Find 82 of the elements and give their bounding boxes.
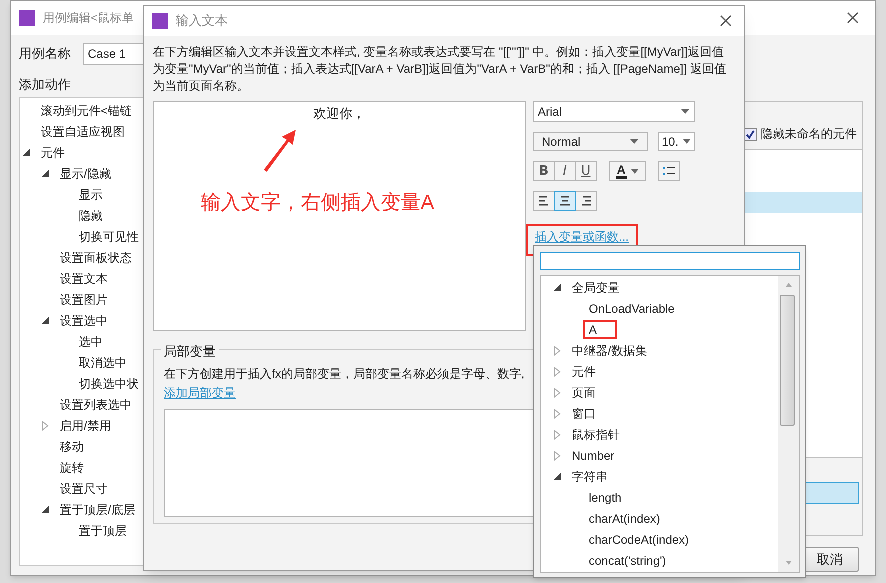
text-color-button[interactable]: A [609,161,646,181]
scroll-up-icon [786,283,792,287]
tree-item[interactable]: 启用/禁用 [56,416,116,435]
window-title: 用例编辑<鼠标单 [43,10,134,27]
tree-item[interactable]: 中继器/数据集 [568,341,652,360]
dropdown-value: Arial [538,104,562,120]
tree-item[interactable]: 鼠标指针 [568,425,624,444]
tree-item[interactable]: 设置列表选中 [56,395,136,414]
tree-item[interactable]: 元件 [568,362,600,381]
caret-icon [630,139,639,144]
tree-item[interactable]: 窗口 [568,404,600,423]
tree-item[interactable]: A [583,320,618,339]
tree-item[interactable]: Number [568,446,619,465]
local-variables-description: 在下方创建用于插入fx的局部变量，局部变量名称必须是字母、数字, [164,366,525,383]
add-action-label: 添加动作 [18,76,72,94]
tree-item[interactable]: charCodeAt(index) [583,530,696,549]
tree-item[interactable]: 字符串 [568,467,612,486]
font-family-dropdown[interactable]: Arial [533,101,695,122]
tree-item[interactable]: 取消选中 [75,353,131,372]
checkbox-label: 隐藏未命名的元件 [761,126,857,143]
tree-item[interactable]: 页面 [568,383,600,402]
tree-item[interactable]: 切换可见性 [75,227,143,246]
align-center-button[interactable] [554,191,576,211]
caret-icon [681,109,690,114]
tree-item[interactable]: 元件 [37,143,69,162]
tree-item[interactable]: charAt(index) [583,509,666,528]
expanded-triangle-icon[interactable] [22,148,31,158]
font-size-dropdown[interactable]: 10. [658,132,695,151]
expanded-triangle-icon[interactable] [41,504,50,514]
tree-item[interactable]: 切换选中状 [75,374,143,393]
annotation-text: 输入文字，右侧插入变量A [201,191,434,216]
align-right-icon [580,196,592,206]
tree-item[interactable]: 置于顶层 [75,521,131,540]
align-center-icon [559,196,571,206]
tree-item[interactable]: 设置尺寸 [56,479,112,498]
tree-item[interactable]: 设置文本 [56,269,112,288]
font-style-dropdown[interactable]: Normal [533,132,648,151]
checkbox[interactable] [744,128,757,140]
app-logo-icon [152,13,168,29]
tree-item[interactable]: OnLoadVariable [583,299,681,318]
tree-item[interactable]: 显示/隐藏 [56,164,116,183]
caret-icon [683,139,691,144]
expanded-triangle-icon[interactable] [41,316,50,326]
case-name-label: 用例名称 [19,45,71,64]
editor-text: 欢迎你， [314,105,366,120]
expanded-triangle-icon[interactable] [41,168,50,178]
tree-item[interactable]: 设置图片 [56,290,112,309]
dropdown-value: Normal [542,134,581,150]
tree-item[interactable]: concat('string') [583,551,672,570]
tree-item[interactable]: 隐藏 [75,206,107,225]
expanded-triangle-icon[interactable] [553,472,562,482]
window-title: 输入文本 [176,12,228,30]
tree-item[interactable]: 设置自适应视图 [37,122,129,141]
app-logo-icon [19,10,35,26]
expanded-triangle-icon[interactable] [553,282,562,292]
tree-item[interactable]: 置于顶层/底层 [56,500,140,519]
tree-item[interactable]: length [583,488,628,507]
bold-button[interactable]: B [533,161,555,181]
caret-icon [630,168,639,174]
tree-item[interactable]: 显示 [75,185,107,204]
tree-item[interactable]: 滚动到元件<锚链 [37,101,136,120]
instruction-text: 在下方编辑区输入文本并设置文本样式, 变量名称或表达式要写在 "[[""]]" 中。例如：插入变量[[MyVar]]返回值为变量"MyVar"的当前值；插入表达式[[VarA + VarB]]返回值为"VarA + VarB"的和；插入 [[PageName]] 返回值为当前页面名称。 [152,44,728,95]
tree-item[interactable]: 选中 [75,332,107,351]
scroll-down-icon [786,561,792,565]
arrow-icon [262,128,298,172]
tree-item[interactable]: 旋转 [56,458,88,477]
close-icon[interactable] [720,15,732,27]
align-left-icon [538,196,550,206]
scroll-thumb[interactable] [780,295,795,426]
bullet-list-icon [663,166,675,176]
underline-button[interactable]: U [575,161,597,181]
list-button[interactable] [658,161,680,181]
dropdown-value: 10. [662,134,680,150]
tree-item[interactable]: 移动 [56,437,88,456]
close-icon[interactable] [847,12,859,24]
search-field[interactable] [540,252,800,270]
italic-button[interactable]: I [554,161,576,181]
scrollbar[interactable] [778,276,799,572]
tree-item[interactable]: 全局变量 [568,278,624,297]
align-right-button[interactable] [575,191,597,211]
tree-item[interactable]: 设置选中 [56,311,112,330]
tree-item[interactable]: 设置面板状态 [56,248,136,267]
